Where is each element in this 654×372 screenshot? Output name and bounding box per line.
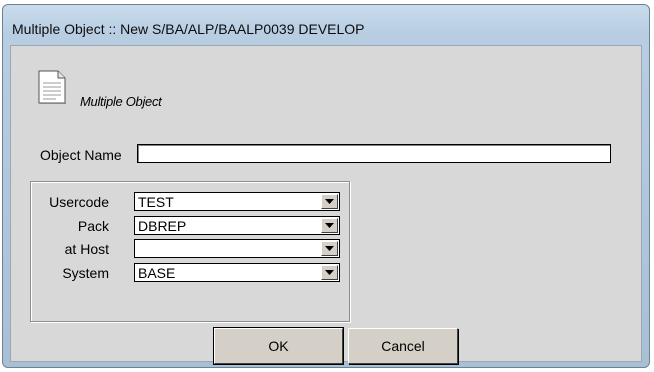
pack-value: DBREP xyxy=(138,218,187,234)
usercode-value: TEST xyxy=(138,194,174,210)
usercode-combo[interactable]: TEST xyxy=(134,192,340,211)
pack-combo[interactable]: DBREP xyxy=(134,216,340,235)
chevron-down-icon xyxy=(325,223,334,228)
dialog-window: Multiple Object :: New S/BA/ALP/BAALP003… xyxy=(2,4,650,368)
system-combo[interactable]: BASE xyxy=(134,263,340,282)
object-name-input[interactable] xyxy=(137,144,611,163)
usercode-label: Usercode xyxy=(49,194,109,210)
chevron-down-icon xyxy=(325,199,334,204)
object-type-caption: Multiple Object xyxy=(80,94,162,109)
system-label: System xyxy=(62,265,109,281)
dialog-body: Multiple Object Object Name Usercode TES… xyxy=(10,45,642,365)
system-value: BASE xyxy=(138,265,176,281)
document-icon xyxy=(38,70,66,104)
chevron-down-icon xyxy=(325,270,334,275)
window-title: Multiple Object :: New S/BA/ALP/BAALP003… xyxy=(12,21,365,37)
pack-dropdown-button[interactable] xyxy=(321,218,338,233)
object-name-label: Object Name xyxy=(40,147,122,163)
cancel-button[interactable]: Cancel xyxy=(348,328,458,364)
usercode-dropdown-button[interactable] xyxy=(321,194,338,209)
host-combo[interactable] xyxy=(134,239,340,258)
chevron-down-icon xyxy=(325,246,334,251)
ok-button[interactable]: OK xyxy=(213,327,344,365)
pack-label: Pack xyxy=(77,218,109,234)
host-label: at Host xyxy=(64,241,109,257)
location-group: Usercode TEST Pack DBREP at Host System … xyxy=(30,181,350,322)
system-dropdown-button[interactable] xyxy=(321,265,338,280)
title-bar[interactable]: Multiple Object :: New S/BA/ALP/BAALP003… xyxy=(3,5,649,45)
host-dropdown-button[interactable] xyxy=(321,241,338,256)
